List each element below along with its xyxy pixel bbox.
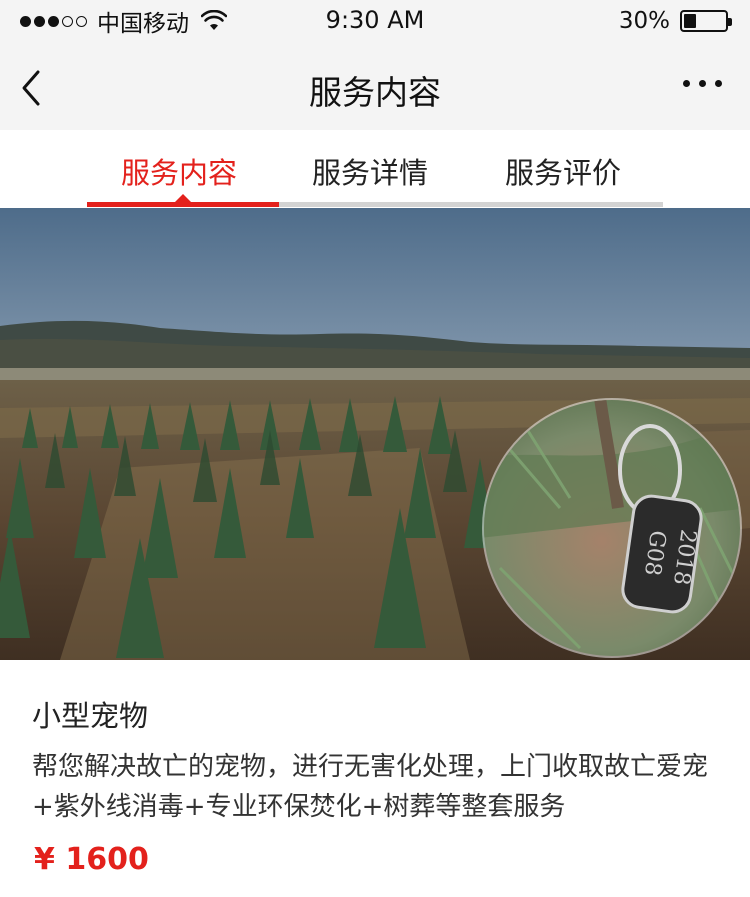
status-right: 30% — [618, 7, 732, 35]
battery-level-fill — [684, 14, 696, 28]
tab-service-content[interactable]: 服务内容 — [121, 150, 237, 192]
status-bar: 中国移动 9:30 AM 30% — [0, 0, 750, 42]
hero-photo: 2018 G08 — [0, 208, 750, 660]
tab-active-indicator — [87, 202, 279, 207]
more-horizontal-icon[interactable] — [683, 80, 722, 87]
tab-bar: 服务内容 服务详情 服务评价 — [0, 130, 750, 208]
battery-percentage: 30% — [618, 8, 670, 34]
service-price: ¥ 1600 — [34, 842, 149, 877]
service-description: 帮您解决故亡的宠物，进行无害化处理，上门收取故亡爱宠+紫外线消毒+专业环保焚化+… — [32, 752, 709, 822]
battery-icon — [680, 10, 732, 32]
navigation-bar: 服务内容 — [0, 42, 750, 130]
service-title: 小型宠物 — [32, 699, 149, 733]
tab-active-caret — [175, 194, 191, 202]
tab-service-reviews[interactable]: 服务评价 — [505, 150, 621, 192]
page-title: 服务内容 — [309, 73, 441, 112]
tab-service-details[interactable]: 服务详情 — [312, 150, 428, 192]
service-hero-image: 2018 G08 — [0, 208, 750, 660]
